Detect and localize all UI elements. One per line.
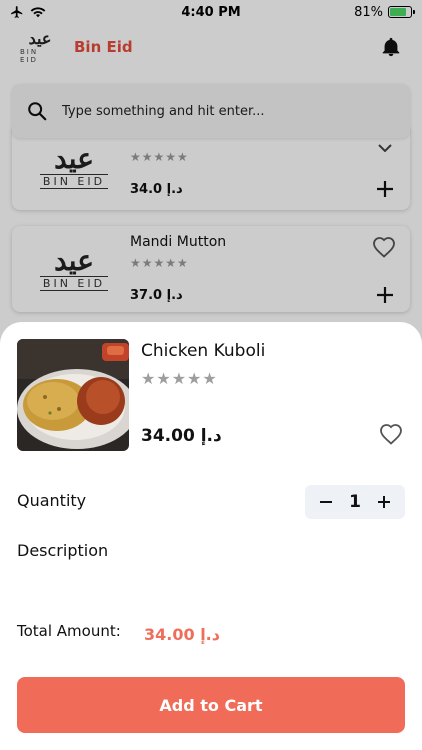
description-label: Description — [17, 541, 109, 560]
item-detail-sheet: Chicken Kuboli ★★★★★ 34.00 د.إ Quantity … — [0, 322, 422, 750]
plus-icon[interactable] — [377, 495, 391, 509]
total-amount-label: Total Amount: — [17, 622, 121, 640]
add-to-cart-button[interactable]: Add to Cart — [17, 677, 405, 733]
detail-item-name: Chicken Kuboli — [141, 341, 266, 361]
total-amount-value: 34.00 د.إ — [144, 625, 220, 644]
quantity-value: 1 — [349, 492, 361, 512]
item-photo — [17, 339, 129, 451]
detail-rating-stars[interactable]: ★★★★★ — [141, 369, 218, 388]
quantity-label: Quantity — [17, 491, 87, 510]
detail-item-price: 34.00 د.إ — [141, 426, 222, 446]
minus-icon[interactable] — [319, 495, 333, 509]
quantity-stepper: 1 — [305, 485, 405, 519]
heart-icon[interactable] — [379, 423, 403, 445]
